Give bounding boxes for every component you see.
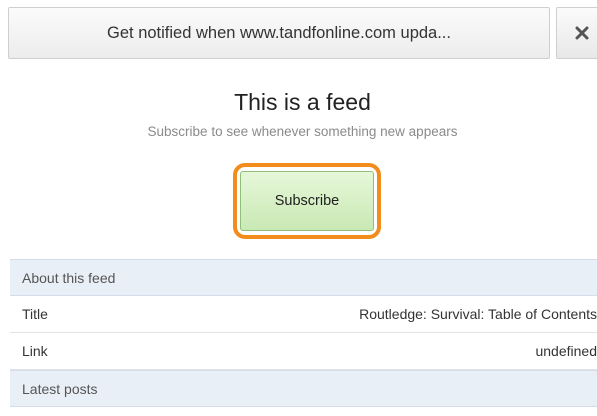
notification-bar: Get notified when www.tandfonline.com up… (8, 7, 550, 59)
latest-posts-header: Latest posts (10, 370, 597, 407)
feed-subscribe-page: Get notified when www.tandfonline.com up… (0, 0, 597, 416)
feed-title-row-value: Routledge: Survival: Table of Contents (359, 306, 597, 322)
feed-title-row-label: Title (22, 306, 48, 322)
feed-link-row-label: Link (22, 343, 48, 359)
close-notification-button[interactable] (556, 7, 597, 59)
notification-message: Get notified when www.tandfonline.com up… (107, 23, 451, 42)
feed-subtitle: Subscribe to see whenever something new … (147, 124, 458, 139)
about-feed-header-label: About this feed (22, 270, 116, 286)
feed-title: This is a feed (234, 89, 371, 115)
subscribe-button[interactable]: Subscribe (240, 171, 374, 231)
about-feed-header: About this feed (10, 259, 597, 296)
feed-link-row: Link undefined (10, 333, 597, 370)
feed-info-table: About this feed Title Routledge: Surviva… (10, 259, 597, 407)
feed-title-row: Title Routledge: Survival: Table of Cont… (10, 296, 597, 333)
feed-link-row-value: undefined (535, 343, 597, 359)
latest-posts-header-label: Latest posts (22, 381, 98, 397)
close-x-icon (575, 26, 589, 40)
